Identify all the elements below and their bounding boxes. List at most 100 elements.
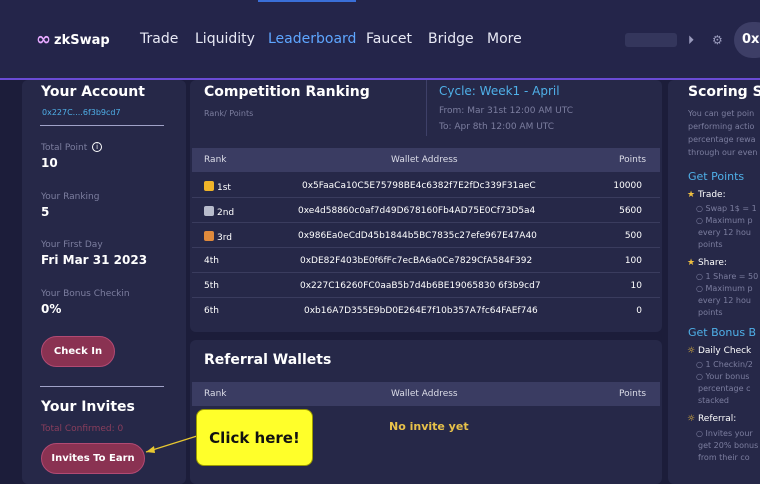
total-confirmed: Total Confirmed: 0: [41, 424, 124, 434]
trophy-bronze-icon: [204, 231, 214, 241]
no-invite-message: No invite yet: [389, 420, 469, 433]
table-row: 4th 0xDE82F403bE0f6fFc7ecBA6a0Ce7829CfA5…: [192, 248, 660, 273]
referral-line: ○ Invites your: [696, 429, 753, 438]
ranking-label: Your Ranking: [41, 192, 100, 202]
points-cell: 5600: [619, 206, 642, 216]
info-icon[interactable]: i: [92, 142, 103, 152]
rank-cell: 6th: [204, 306, 219, 316]
col-wallet: Wallet Address: [391, 389, 458, 399]
table-row: 5th 0x227C16260FC0aaB5b7d4b6BE19065830 6…: [192, 273, 660, 298]
wallet-cell: 0xDE82F403bE0f6fFc7ecBA6a0Ce7829CfA584F3…: [300, 256, 533, 266]
ranking-value: 5: [41, 205, 50, 219]
nav-trade[interactable]: Trade: [140, 31, 178, 47]
competition-ranking-panel: Competition Ranking Rank/ Points Cycle: …: [190, 80, 662, 332]
star-icon: ★: [687, 258, 696, 268]
top-navbar: ∞ zkSwap Trade Liquidity Leaderboard Fau…: [0, 0, 760, 80]
ranking-subtitle: Rank/ Points: [204, 109, 254, 118]
scoring-intro-line: performing actio: [688, 122, 755, 131]
first-day-value: Fri Mar 31 2023: [41, 253, 148, 267]
invites-to-earn-button[interactable]: Invites To Earn: [41, 443, 145, 474]
cycle-from: From: Mar 31st 12:00 AM UTC: [439, 106, 573, 116]
play-circle-icon[interactable]: ⏵: [688, 33, 694, 48]
points-cell: 10: [630, 281, 642, 291]
bonus-checkin-value: 0%: [41, 302, 62, 316]
click-here-callout: Click here!: [196, 409, 313, 466]
referral-line: from their co: [698, 453, 750, 462]
invites-title: Your Invites: [41, 399, 135, 415]
brand-name: zkSwap: [54, 32, 110, 48]
scoring-intro-line: through our even: [688, 148, 758, 157]
rank-cell: 5th: [204, 281, 219, 291]
zkswap-logo[interactable]: ∞ zkSwap: [36, 31, 110, 49]
sun-icon: ☼: [687, 414, 696, 424]
trade-line: ○ Maximum p: [696, 216, 753, 225]
share-rule: ★ Share:: [687, 258, 727, 268]
get-points-heading: Get Points: [688, 170, 745, 183]
nav-leaderboard[interactable]: Leaderboard: [268, 31, 356, 47]
table-row: 3rd 0x986Ea0eCdD45b1844b5BC7835c27efe967…: [192, 223, 660, 248]
referral-title: Referral Wallets: [204, 352, 332, 368]
scoring-title: Scoring St: [688, 84, 760, 100]
account-title: Your Account: [41, 84, 145, 100]
share-line: every 12 hou: [698, 296, 751, 305]
wallet-avatar[interactable]: 0x: [734, 22, 760, 58]
trophy-silver-icon: [204, 206, 214, 216]
cycle-to: To: Apr 8th 12:00 AM UTC: [439, 122, 555, 132]
scoring-intro-line: You can get poin: [688, 109, 755, 118]
scoring-intro-line: percentage rewa: [688, 135, 756, 144]
table-row: 2nd 0xe4d58860c0af7d49D678160Fb4AD75E0Cf…: [192, 198, 660, 223]
bonus-checkin-label: Your Bonus Checkin: [41, 289, 130, 299]
daily-line: ○ 1 Checkin/2: [696, 360, 753, 369]
points-cell: 10000: [613, 181, 642, 191]
sun-icon: ☼: [687, 346, 696, 356]
divider: [426, 80, 427, 136]
network-selector[interactable]: [625, 33, 677, 47]
share-line: points: [698, 308, 723, 317]
rank-cell: 1st: [204, 181, 231, 193]
points-cell: 0: [636, 306, 642, 316]
star-icon: ★: [687, 190, 696, 200]
nav-faucet[interactable]: Faucet: [366, 31, 412, 47]
daily-line: percentage c: [698, 384, 751, 393]
col-points: Points: [619, 389, 647, 399]
total-point-label: Total Point i: [41, 142, 103, 153]
daily-check-rule: ☼ Daily Check: [687, 346, 752, 356]
daily-line: stacked: [698, 396, 729, 405]
col-wallet: Wallet Address: [391, 155, 458, 165]
wallet-cell: 0x227C16260FC0aaB5b7d4b6BE19065830 6f3b9…: [300, 281, 541, 291]
trade-line: points: [698, 240, 723, 249]
nav-more[interactable]: More: [487, 31, 522, 47]
nav-liquidity[interactable]: Liquidity: [195, 31, 255, 47]
wallet-cell: 0x5FaaCa10C5E75798BE4c6382f7E2fDc339F31a…: [302, 181, 536, 191]
share-line: ○ 1 Share = 50: [696, 272, 759, 281]
gear-icon[interactable]: ⚙: [712, 33, 723, 47]
rank-cell: 3rd: [204, 231, 232, 243]
daily-line: ○ Your bonus: [696, 372, 750, 381]
ranking-title: Competition Ranking: [204, 84, 370, 100]
referral-table-header: Rank Wallet Address Points: [192, 382, 660, 406]
col-rank: Rank: [204, 155, 227, 165]
divider: [40, 386, 164, 387]
trade-rule: ★ Trade:: [687, 190, 726, 200]
trophy-gold-icon: [204, 181, 214, 191]
rank-cell: 2nd: [204, 206, 234, 218]
share-line: ○ Maximum p: [696, 284, 753, 293]
scoring-panel: Scoring St You can get poin performing a…: [668, 80, 760, 484]
check-in-button[interactable]: Check In: [41, 336, 115, 367]
account-panel: Your Account 0x227C....6f3b9cd7 Total Po…: [22, 80, 186, 484]
trade-line: ○ Swap 1$ = 1: [696, 204, 757, 213]
trade-line: every 12 hou: [698, 228, 751, 237]
infinity-logo-icon: ∞: [36, 29, 51, 50]
nav-bridge[interactable]: Bridge: [428, 31, 474, 47]
cycle-label: Cycle: Week1 - April: [439, 84, 560, 98]
account-address[interactable]: 0x227C....6f3b9cd7: [42, 108, 121, 117]
ranking-table-header: Rank Wallet Address Points: [192, 148, 660, 172]
points-cell: 500: [624, 231, 642, 241]
wallet-cell: 0xb16A7D355E9bD0E264E7f10b357A7fc64FAEf7…: [304, 306, 538, 316]
table-row: 6th 0xb16A7D355E9bD0E264E7f10b357A7fc64F…: [192, 298, 660, 323]
table-row: 1st 0x5FaaCa10C5E75798BE4c6382f7E2fDc339…: [192, 173, 660, 198]
points-cell: 100: [624, 256, 642, 266]
wallet-cell: 0x986Ea0eCdD45b1844b5BC7835c27efe967E47A…: [298, 231, 537, 241]
total-point-value: 10: [41, 156, 58, 170]
active-indicator: [258, 0, 356, 2]
